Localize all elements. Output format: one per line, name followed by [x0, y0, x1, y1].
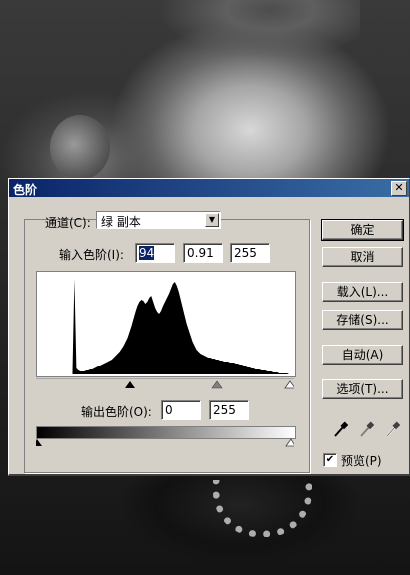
preview-checkbox[interactable]: ✔ — [323, 453, 337, 467]
channel-select[interactable]: 绿 副本 ▼ — [96, 211, 221, 229]
levels-dialog: 色阶 ✕ 通道(C): 绿 副本 ▼ 输入色阶(I): 94 0.91 255 … — [8, 178, 410, 476]
photo-cord — [213, 480, 312, 537]
dialog-title: 色阶 — [13, 183, 38, 197]
dialog-titlebar[interactable]: 色阶 ✕ — [9, 179, 409, 197]
input-black-handle[interactable] — [125, 381, 135, 388]
input-white-handle[interactable] — [284, 380, 294, 389]
auto-button[interactable]: 自动(A) — [322, 345, 403, 365]
photo-hair — [160, 0, 360, 70]
input-gamma-field[interactable]: 0.91 — [183, 243, 223, 263]
histogram — [36, 271, 296, 377]
eyedropper-gray-icon[interactable] — [360, 421, 375, 437]
output-white-field[interactable]: 255 — [209, 400, 249, 420]
output-black-handle[interactable] — [36, 439, 42, 446]
histogram-chart — [37, 279, 293, 374]
input-levels-label: 输入色阶(I): — [59, 248, 124, 262]
histogram-area — [37, 279, 293, 374]
output-levels-label: 输出色阶(O): — [81, 405, 152, 419]
input-slider[interactable] — [36, 378, 294, 390]
output-slider[interactable] — [36, 438, 294, 448]
channel-label: 通道(C): — [45, 216, 91, 230]
load-button[interactable]: 载入(L)... — [322, 282, 403, 302]
chevron-down-icon[interactable]: ▼ — [205, 213, 219, 227]
input-gamma-handle[interactable] — [211, 380, 223, 389]
preview-label[interactable]: 预览(P) — [341, 452, 382, 469]
input-white-field[interactable]: 255 — [230, 243, 270, 263]
save-button[interactable]: 存储(S)... — [322, 310, 403, 330]
cancel-button[interactable]: 取消 — [322, 247, 403, 267]
output-black-field[interactable]: 0 — [161, 400, 201, 420]
close-button[interactable]: ✕ — [391, 181, 407, 196]
ok-button[interactable]: 确定 — [321, 219, 404, 241]
channel-value: 绿 副本 — [101, 215, 141, 229]
options-button[interactable]: 选项(T)... — [322, 379, 403, 399]
input-black-field[interactable]: 94 — [135, 243, 175, 263]
eyedropper-tools — [334, 421, 401, 437]
output-white-handle[interactable] — [285, 438, 294, 447]
eyedropper-black-icon[interactable] — [334, 421, 349, 437]
photo-ear — [50, 115, 110, 180]
eyedropper-white-icon[interactable] — [386, 421, 401, 437]
